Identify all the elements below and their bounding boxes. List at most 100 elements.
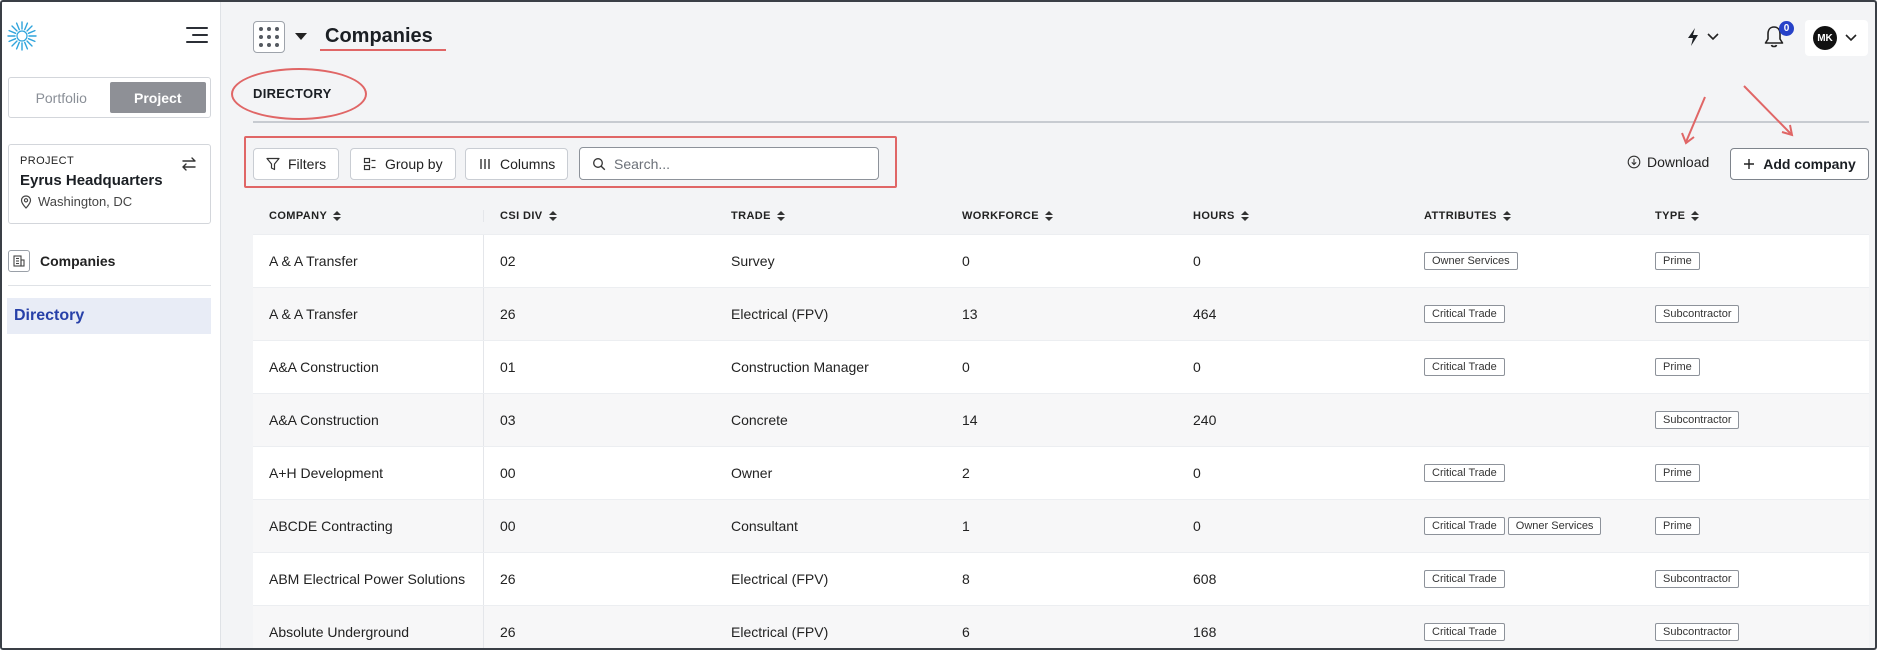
cell-company: A & A Transfer bbox=[253, 235, 484, 287]
sort-icon[interactable] bbox=[1240, 210, 1249, 221]
sort-icon[interactable] bbox=[776, 210, 785, 221]
cell-trade: Electrical (FPV) bbox=[731, 306, 829, 322]
download-button[interactable]: Download bbox=[1627, 154, 1709, 170]
table-row[interactable]: A&A Construction 03 Concrete 14 240 Subcontra… bbox=[253, 393, 1869, 446]
cell-csi: 26 bbox=[500, 571, 516, 587]
project-label: PROJECT bbox=[20, 155, 75, 167]
attribute-tag: Owner Services bbox=[1507, 517, 1602, 535]
cell-attributes: Owner Services bbox=[1408, 235, 1639, 287]
download-icon bbox=[1627, 155, 1641, 169]
table-row[interactable]: A & A Transfer 26 Electrical (FPV) 13 464 Cri… bbox=[253, 287, 1869, 340]
table-row[interactable]: A+H Development 00 Owner 2 0 Critical Trade Pr… bbox=[253, 446, 1869, 499]
cell-csi: 02 bbox=[500, 253, 516, 269]
cell-workforce: 13 bbox=[962, 306, 978, 322]
cell-attributes: Critical Trade bbox=[1408, 341, 1639, 393]
building-icon bbox=[8, 250, 30, 272]
column-header-label: WORKFORCE bbox=[962, 209, 1039, 222]
cell-type: Prime bbox=[1639, 500, 1869, 552]
type-tag: Prime bbox=[1655, 358, 1700, 376]
notification-badge: 0 bbox=[1779, 21, 1794, 36]
type-tag: Subcontractor bbox=[1655, 411, 1740, 429]
annotation-circle bbox=[231, 68, 367, 120]
cell-company: A & A Transfer bbox=[253, 288, 484, 340]
cell-workforce: 6 bbox=[962, 624, 970, 640]
project-location: Washington, DC bbox=[20, 194, 199, 209]
divider bbox=[8, 285, 211, 286]
sidebar-item-companies[interactable]: Companies bbox=[8, 248, 211, 274]
project-location-text: Washington, DC bbox=[38, 194, 133, 209]
column-header-label: TYPE bbox=[1655, 209, 1686, 222]
column-header-label: CSI DIV bbox=[500, 209, 543, 222]
sort-icon[interactable] bbox=[333, 210, 342, 221]
type-tag: Prime bbox=[1655, 252, 1700, 270]
column-header-label: ATTRIBUTES bbox=[1424, 209, 1497, 222]
cell-workforce: 2 bbox=[962, 465, 970, 481]
cell-company: Absolute Underground bbox=[253, 606, 484, 648]
cell-hours: 240 bbox=[1193, 412, 1217, 428]
cell-type: Prime bbox=[1639, 341, 1869, 393]
notifications-button[interactable]: 0 bbox=[1762, 21, 1794, 50]
group-by-button[interactable]: Group by bbox=[350, 148, 456, 180]
cell-type: Prime bbox=[1639, 235, 1869, 287]
cell-company: ABCDE Contracting bbox=[253, 500, 484, 552]
column-header[interactable]: TRADE bbox=[715, 210, 946, 222]
cell-hours: 0 bbox=[1193, 518, 1201, 534]
chevron-down-icon[interactable] bbox=[295, 33, 307, 40]
portfolio-toggle[interactable]: Portfolio bbox=[13, 82, 110, 113]
chevron-down-icon bbox=[1707, 33, 1719, 41]
sort-icon[interactable] bbox=[1044, 210, 1053, 221]
menu-icon[interactable] bbox=[186, 27, 208, 45]
table-row[interactable]: A&A Construction 01 Construction Manager 0 0… bbox=[253, 340, 1869, 393]
sidebar-item-directory[interactable]: Directory bbox=[7, 298, 211, 334]
cell-type: Subcontractor bbox=[1639, 288, 1869, 340]
cell-workforce: 14 bbox=[962, 412, 978, 428]
column-header[interactable]: COMPANY bbox=[253, 209, 484, 222]
cell-type: Prime bbox=[1639, 447, 1869, 499]
companies-table: COMPANY CSI DIV TRADE WORKFORCE HOURS ATTRIBU… bbox=[253, 197, 1869, 648]
sidebar-item-label: Companies bbox=[40, 253, 116, 269]
app-launcher-button[interactable] bbox=[253, 21, 285, 53]
type-tag: Subcontractor bbox=[1655, 305, 1740, 323]
group-icon bbox=[363, 157, 376, 171]
cell-attributes: Critical Trade bbox=[1408, 288, 1639, 340]
filter-icon bbox=[266, 157, 280, 171]
table-row[interactable]: A & A Transfer 02 Survey 0 0 Owner Services Pr… bbox=[253, 234, 1869, 287]
page-title: Companies bbox=[325, 25, 433, 47]
cell-hours: 0 bbox=[1193, 465, 1201, 481]
annotation-underline bbox=[320, 49, 446, 51]
project-name: Eyrus Headquarters bbox=[20, 172, 163, 189]
attribute-tag: Critical Trade bbox=[1424, 358, 1505, 376]
project-toggle[interactable]: Project bbox=[109, 82, 206, 113]
cell-hours: 0 bbox=[1193, 253, 1201, 269]
column-header[interactable]: WORKFORCE bbox=[946, 210, 1177, 222]
attribute-tag: Owner Services bbox=[1424, 252, 1518, 270]
sort-icon[interactable] bbox=[1691, 210, 1700, 221]
table-row[interactable]: Absolute Underground 26 Electrical (FPV) 6 1… bbox=[253, 605, 1869, 648]
cell-type: Subcontractor bbox=[1639, 606, 1869, 648]
swap-project-icon[interactable] bbox=[180, 155, 198, 173]
add-company-button[interactable]: Add company bbox=[1730, 148, 1869, 180]
quick-actions-button[interactable] bbox=[1685, 24, 1729, 50]
column-header[interactable]: CSI DIV bbox=[484, 210, 715, 222]
cell-company: ABM Electrical Power Solutions bbox=[253, 553, 484, 605]
search-input[interactable] bbox=[614, 155, 854, 172]
cell-trade: Electrical (FPV) bbox=[731, 571, 829, 587]
sort-icon[interactable] bbox=[1502, 210, 1511, 221]
attribute-tag: Critical Trade bbox=[1424, 623, 1505, 641]
sort-icon[interactable] bbox=[548, 210, 557, 221]
columns-button[interactable]: Columns bbox=[465, 148, 569, 180]
table-row[interactable]: ABM Electrical Power Solutions 26 Electric… bbox=[253, 552, 1869, 605]
cell-hours: 168 bbox=[1193, 624, 1217, 640]
type-tag: Subcontractor bbox=[1655, 570, 1740, 588]
cell-hours: 0 bbox=[1193, 359, 1201, 375]
cell-trade: Electrical (FPV) bbox=[731, 624, 829, 640]
column-header[interactable]: TYPE bbox=[1639, 210, 1869, 222]
search-field[interactable] bbox=[579, 147, 879, 180]
table-row[interactable]: ABCDE Contracting 00 Consultant 1 0 Critical … bbox=[253, 499, 1869, 552]
column-header[interactable]: ATTRIBUTES bbox=[1408, 210, 1639, 222]
filters-label: Filters bbox=[288, 156, 327, 172]
user-menu-button[interactable]: MK bbox=[1805, 20, 1868, 56]
column-header[interactable]: HOURS bbox=[1177, 210, 1408, 222]
cell-workforce: 1 bbox=[962, 518, 970, 534]
filters-button[interactable]: Filters bbox=[253, 148, 340, 180]
